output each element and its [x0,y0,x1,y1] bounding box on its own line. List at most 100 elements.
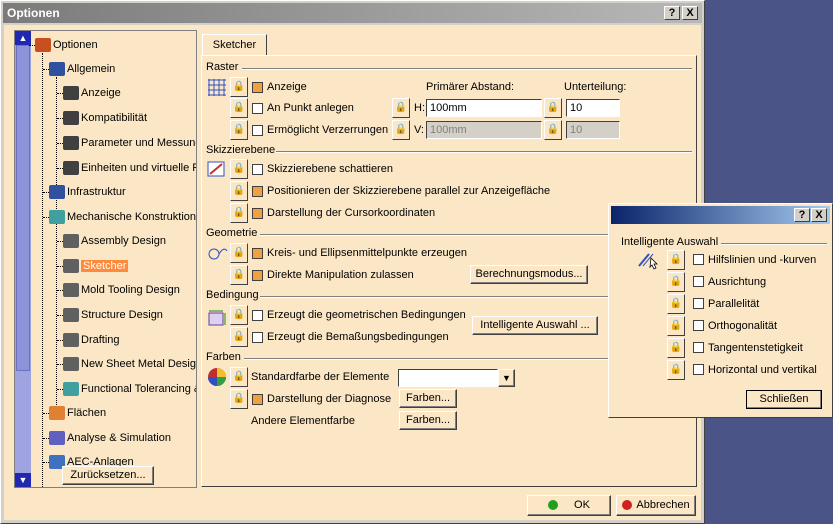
options-tree: ▲ ▼ Optionen Allgemein Anzeige Kompatibilit… [14,30,197,488]
geometric-constraints-checkbox[interactable] [252,310,263,321]
lock-icon[interactable]: 🔒 [667,316,685,336]
lock-icon[interactable]: 🔒 [230,389,248,409]
tab-sketcher[interactable]: Sketcher [202,34,267,56]
direct-manipulation-checkbox[interactable] [252,270,263,281]
tree-item-label: Structure Design [81,309,163,321]
tree-item-icon [63,333,79,348]
smart-pick-checkbox[interactable] [693,320,704,331]
tree-item[interactable]: Drafting [63,331,120,349]
lock-icon[interactable]: 🔒 [544,120,562,140]
shade-plane-checkbox[interactable] [252,164,263,175]
direct-manipulation-label: Direkte Manipulation zulassen [267,269,414,281]
tree-item[interactable]: Mold Tooling Design [63,281,180,299]
scroll-down-icon[interactable]: ▼ [15,473,31,487]
tree-item[interactable]: Parameter und Messung [63,134,196,152]
v-spacing-input[interactable]: 100mm [426,121,542,139]
scroll-thumb[interactable] [16,45,30,371]
tree-item[interactable]: Mechanische Konstruktion [49,208,196,226]
lock-icon[interactable]: 🔒 [667,272,685,292]
other-colors-button[interactable]: Farben... [399,411,457,430]
lock-icon[interactable]: 🔒 [230,327,248,347]
diagnosis-checkbox[interactable] [252,394,263,405]
lock-icon[interactable]: 🔒 [667,360,685,380]
close-button[interactable]: X [682,6,698,20]
tree-connector [57,290,63,291]
separator [721,243,827,245]
dialog-help-button[interactable]: ? [794,208,810,222]
tree-connector [57,168,63,169]
dimension-constraints-checkbox[interactable] [252,332,263,343]
lock-icon[interactable]: 🔒 [230,98,248,118]
lock-icon[interactable]: 🔒 [392,98,410,118]
dialog-close-button[interactable]: X [811,208,827,222]
tree-connector [43,192,49,193]
tree-item[interactable]: Structure Design [63,306,163,324]
close-dialog-button[interactable]: Schließen [746,390,822,409]
lock-icon[interactable]: 🔒 [230,243,248,263]
standard-color-select[interactable] [398,369,498,387]
chevron-down-icon[interactable]: ▼ [498,369,515,387]
lock-icon[interactable]: 🔒 [230,77,248,97]
tree-item[interactable]: New Sheet Metal Design [63,355,196,373]
calculation-mode-button[interactable]: Berechnungsmodus... [470,265,588,284]
h-spacing-input[interactable]: 100mm [426,99,542,117]
show-grid-label: Anzeige [267,81,307,93]
tree-scrollbar[interactable]: ▲ ▼ [15,31,31,487]
tree-item[interactable]: Sketcher [63,257,129,275]
allow-distortion-checkbox[interactable] [252,125,263,136]
tree-item[interactable]: Anzeige [63,84,121,102]
cursor-coords-checkbox[interactable] [252,208,263,219]
show-grid-checkbox[interactable] [252,82,263,93]
tree-connector [43,462,49,463]
colors-group-title: Farben [206,351,241,363]
plane-group-title: Skizzierebene [206,144,276,156]
lock-icon[interactable]: 🔒 [230,203,248,223]
smart-pick-checkbox[interactable] [693,254,704,265]
tree-item[interactable]: Flächen [49,404,106,422]
lock-icon[interactable]: 🔒 [667,294,685,314]
tree-item-icon [63,234,79,249]
create-centers-checkbox[interactable] [252,248,263,259]
cancel-button[interactable]: Abbrechen [616,495,696,516]
snap-to-point-checkbox[interactable] [252,103,263,114]
lock-icon[interactable]: 🔒 [230,181,248,201]
ok-button[interactable]: OK [527,495,611,516]
smart-pick-checkbox[interactable] [693,342,704,353]
tree-item[interactable]: Functional Tolerancing & [63,380,196,398]
smart-pick-label: Tangentenstetigkeit [708,342,803,354]
smart-pick-checkbox[interactable] [693,364,704,375]
tree-item-label: Optionen [53,39,98,51]
smart-pick-label: Parallelität [708,298,760,310]
scroll-up-icon[interactable]: ▲ [15,31,31,45]
lock-icon[interactable]: 🔒 [544,98,562,118]
tree-item[interactable]: Allgemein [49,60,115,78]
tree-item[interactable]: Assembly Design [63,232,166,250]
lock-icon[interactable]: 🔒 [392,120,410,140]
lock-icon[interactable]: 🔒 [230,305,248,325]
help-button[interactable]: ? [664,6,680,20]
v-subdivision-input[interactable]: 10 [566,121,620,139]
lock-icon[interactable]: 🔒 [667,250,685,270]
lock-icon[interactable]: 🔒 [667,338,685,358]
smart-pick-dialog: ? X Intelligente Auswahl 🔒 Hilfslinien un… [608,203,833,418]
subdivision-label: Unterteilung: [564,81,627,93]
tree-connector [57,93,63,94]
smart-pick-button[interactable]: Intelligente Auswahl ... [472,316,598,335]
tree-item[interactable]: Einheiten und virtuelle R [63,159,196,177]
smart-pick-checkbox[interactable] [693,298,704,309]
tree-item-label: Sketcher [81,260,129,272]
h-subdivision-input[interactable]: 10 [566,99,620,117]
tree-item[interactable]: Kompatibilität [63,109,147,127]
smart-pick-checkbox[interactable] [693,276,704,287]
reset-button[interactable]: Zurücksetzen... [62,466,154,485]
tree-item[interactable]: Optionen [35,36,98,54]
tree-item[interactable]: Analyse & Simulation [49,429,171,447]
tree-item[interactable]: Infrastruktur [49,183,126,201]
diagnosis-colors-button[interactable]: Farben... [399,389,457,408]
lock-icon[interactable]: 🔒 [230,367,248,387]
lock-icon[interactable]: 🔒 [230,120,248,140]
tree-connector [43,69,49,70]
lock-icon[interactable]: 🔒 [230,265,248,285]
lock-icon[interactable]: 🔒 [230,159,248,179]
position-parallel-checkbox[interactable] [252,186,263,197]
